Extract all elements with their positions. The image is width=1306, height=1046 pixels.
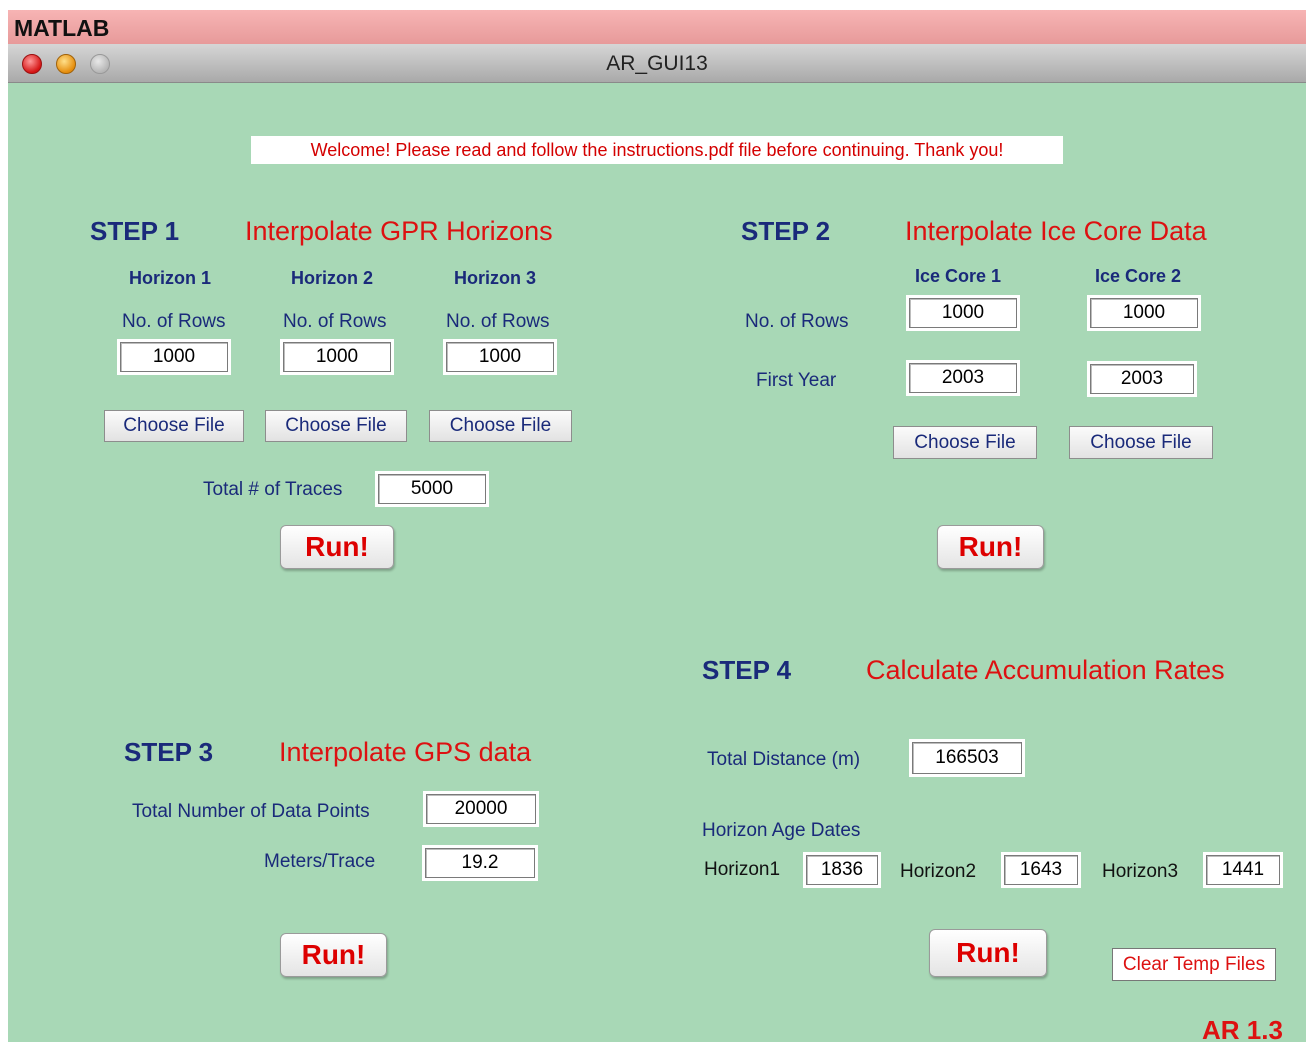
clear-temp-files-button[interactable]: Clear Temp Files <box>1112 948 1276 981</box>
step4-heading: Calculate Accumulation Rates <box>866 655 1225 685</box>
age-horizon3-label: Horizon3 <box>1102 861 1179 882</box>
ice-core2-choose-file-button[interactable]: Choose File <box>1069 426 1213 459</box>
ice-core2-rows-input[interactable] <box>1087 295 1201 331</box>
window-title: AR_GUI13 <box>606 52 708 75</box>
app-name: MATLAB <box>14 15 110 41</box>
ice-core1-choose-file-button[interactable]: Choose File <box>893 426 1037 459</box>
step3-heading: Interpolate GPS data <box>279 737 532 767</box>
horizon2-rows-input[interactable] <box>280 339 394 375</box>
ice-core1-rows-input[interactable] <box>906 295 1020 331</box>
horizon-age-dates-label: Horizon Age Dates <box>702 820 861 841</box>
horizon1-label: Horizon 1 <box>129 268 212 288</box>
age-horizon1-input[interactable] <box>803 852 881 888</box>
horizon3-rows-label: No. of Rows <box>446 311 550 332</box>
ice-core2-label: Ice Core 2 <box>1095 266 1182 286</box>
step4-label: STEP 4 <box>702 655 792 685</box>
horizon3-rows-input[interactable] <box>443 339 557 375</box>
horizon2-rows-label: No. of Rows <box>283 311 387 332</box>
horizon1-rows-input[interactable] <box>117 339 231 375</box>
data-points-input[interactable] <box>423 791 539 827</box>
total-traces-input[interactable] <box>375 471 489 507</box>
ice-core1-label: Ice Core 1 <box>915 266 1002 286</box>
step2-heading: Interpolate Ice Core Data <box>905 216 1207 246</box>
window-titlebar: AR_GUI13 <box>8 44 1306 83</box>
step2-run-button[interactable]: Run! <box>937 525 1044 569</box>
step4-run-button[interactable]: Run! <box>929 929 1047 977</box>
welcome-banner: Welcome! Please read and follow the inst… <box>251 136 1063 164</box>
age-horizon2-label: Horizon2 <box>900 861 977 882</box>
first-year-label: First Year <box>756 370 837 391</box>
step3-label: STEP 3 <box>124 737 214 767</box>
step3-run-button[interactable]: Run! <box>280 933 387 977</box>
total-distance-label: Total Distance (m) <box>707 749 861 770</box>
total-traces-label: Total # of Traces <box>203 479 343 500</box>
horizon2-choose-file-button[interactable]: Choose File <box>265 410 407 442</box>
total-distance-input[interactable] <box>909 739 1025 777</box>
horizon1-choose-file-button[interactable]: Choose File <box>104 410 244 442</box>
horizon1-rows-label: No. of Rows <box>122 311 226 332</box>
age-horizon1-label: Horizon1 <box>704 859 781 880</box>
age-horizon2-input[interactable] <box>1001 852 1081 888</box>
meters-trace-label: Meters/Trace <box>264 851 376 872</box>
age-horizon3-input[interactable] <box>1203 852 1283 888</box>
horizon3-choose-file-button[interactable]: Choose File <box>429 410 572 442</box>
ice-core-rows-label: No. of Rows <box>745 311 849 332</box>
gui-panel: Welcome! Please read and follow the inst… <box>8 83 1306 1045</box>
step2-label: STEP 2 <box>741 216 831 246</box>
ice-core1-first-year-input[interactable] <box>906 360 1020 396</box>
app-menu-bar: MATLAB <box>8 10 1306 44</box>
step1-run-button[interactable]: Run! <box>280 525 394 569</box>
step1-heading: Interpolate GPR Horizons <box>245 216 553 246</box>
meters-trace-input[interactable] <box>422 845 538 881</box>
horizon3-label: Horizon 3 <box>454 268 537 288</box>
version-label: AR 1.3 <box>1202 1015 1283 1045</box>
data-points-label: Total Number of Data Points <box>132 801 370 822</box>
ice-core2-first-year-input[interactable] <box>1087 361 1197 397</box>
step1-label: STEP 1 <box>90 216 180 246</box>
horizon2-label: Horizon 2 <box>291 268 374 288</box>
